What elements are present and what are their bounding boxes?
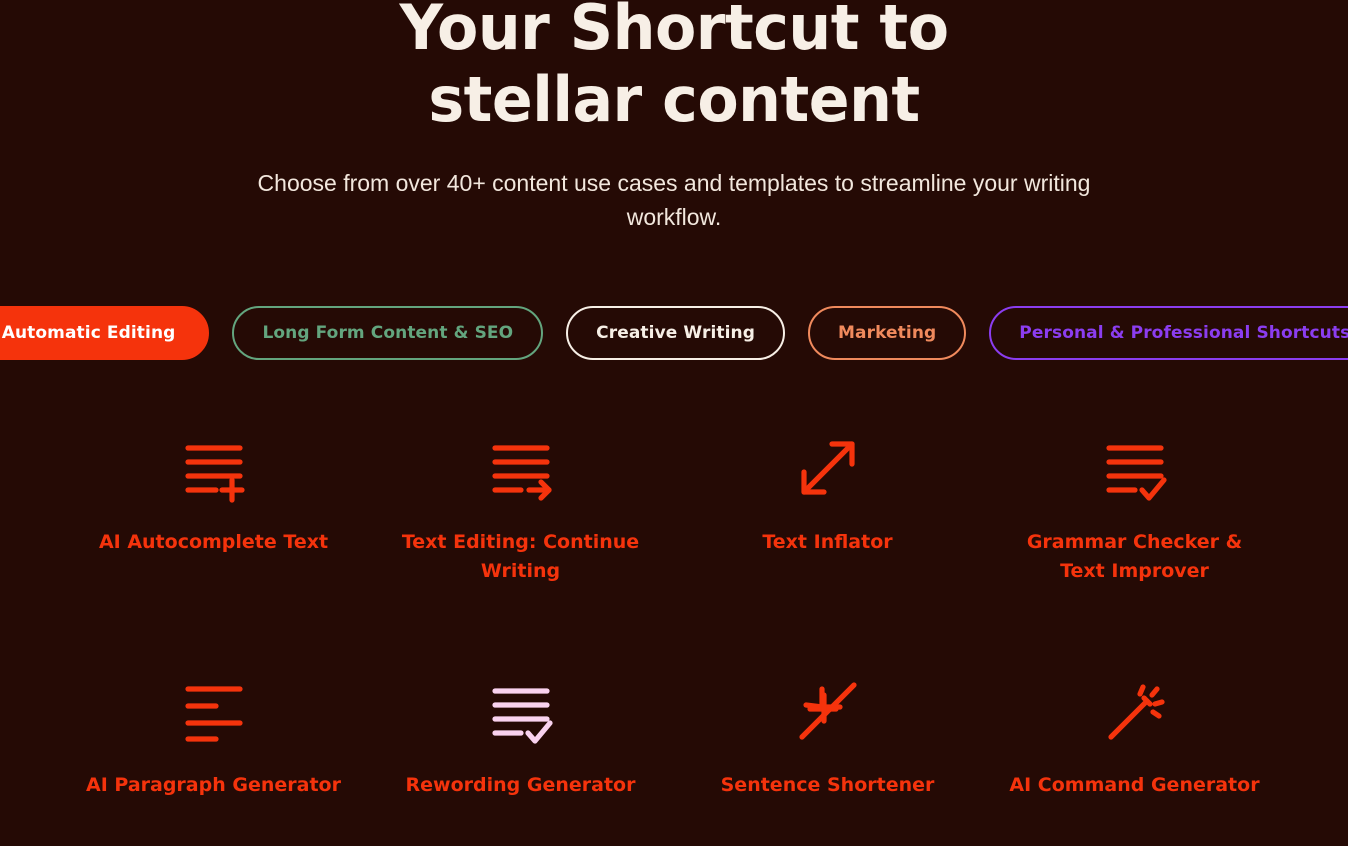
collapse-diagonal-icon bbox=[792, 675, 864, 747]
use-case-label: Text Inflator bbox=[762, 531, 893, 553]
use-case-card[interactable]: Sentence Shortener bbox=[674, 659, 981, 846]
lines-check-icon bbox=[1099, 432, 1171, 504]
use-case-label: AI Paragraph Generator bbox=[86, 774, 341, 796]
use-case-card[interactable]: AI Command Generator bbox=[981, 659, 1288, 846]
use-case-grid: AI Autocomplete Text Text Editing: Contin… bbox=[0, 416, 1348, 846]
expand-diagonal-icon bbox=[792, 432, 864, 504]
filter-pill-1[interactable]: Long Form Content & SEO bbox=[232, 306, 544, 360]
filter-pill-4[interactable]: Personal & Professional Shortcuts bbox=[989, 306, 1348, 360]
page-root: Your Shortcut to stellar content Choose … bbox=[0, 0, 1348, 838]
filter-pill-0[interactable]: Automatic Editing bbox=[0, 306, 210, 360]
lines-plus-icon bbox=[178, 432, 250, 504]
category-filter-bar: Automatic Editing Long Form Content & SEO… bbox=[0, 306, 1348, 360]
use-case-label: AI Command Generator bbox=[1009, 774, 1260, 796]
filter-pill-2[interactable]: Creative Writing bbox=[566, 306, 786, 360]
magic-wand-icon bbox=[1099, 675, 1171, 747]
use-case-label: Sentence Shortener bbox=[720, 774, 935, 796]
use-case-card[interactable]: AI Autocomplete Text bbox=[60, 416, 367, 659]
lines-check-icon bbox=[485, 675, 557, 747]
lines-arrow-right-icon bbox=[485, 432, 557, 504]
use-case-label: AI Autocomplete Text bbox=[98, 531, 329, 553]
lines-alternating-icon bbox=[178, 675, 250, 747]
use-case-card[interactable]: Text Editing: Continue Writing bbox=[367, 416, 674, 659]
filter-pill-3[interactable]: Marketing bbox=[808, 306, 967, 360]
use-case-card[interactable]: AI Paragraph Generator bbox=[60, 659, 367, 846]
hero-section: Your Shortcut to stellar content Choose … bbox=[0, 0, 1348, 234]
use-case-card[interactable]: Grammar Checker & Text Improver bbox=[981, 416, 1288, 659]
page-title: Your Shortcut to stellar content bbox=[399, 0, 949, 136]
use-case-label: Rewording Generator bbox=[405, 774, 636, 796]
page-subtitle: Choose from over 40+ content use cases a… bbox=[257, 170, 1091, 230]
use-case-label: Grammar Checker & Text Improver bbox=[1026, 531, 1243, 582]
use-case-label: Text Editing: Continue Writing bbox=[401, 531, 640, 582]
use-case-card[interactable]: Rewording Generator bbox=[367, 659, 674, 846]
use-case-card[interactable]: Text Inflator bbox=[674, 416, 981, 659]
